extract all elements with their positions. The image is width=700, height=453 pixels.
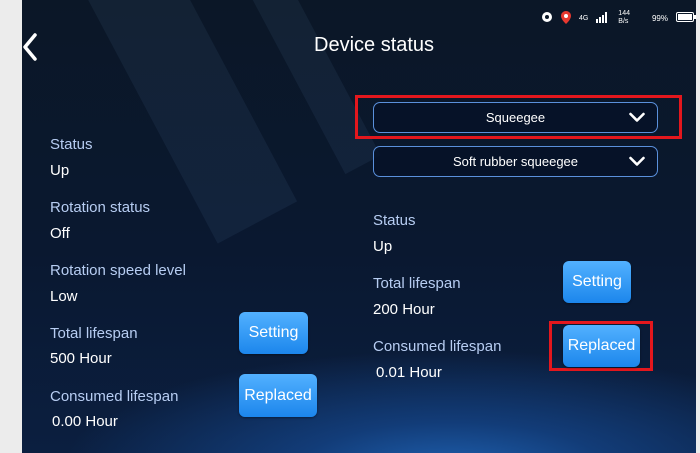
right-setting-button[interactable]: Setting xyxy=(563,261,631,303)
right-consumed-lifespan-label: Consumed lifespan xyxy=(373,338,502,355)
network-speed-unit: B/s xyxy=(618,18,629,25)
rotation-status-label: Rotation status xyxy=(50,199,151,216)
location-pin-icon xyxy=(560,10,571,26)
battery-icon xyxy=(676,12,696,24)
left-replaced-button[interactable]: Replaced xyxy=(239,374,317,417)
media-icon xyxy=(541,11,553,25)
chevron-down-icon xyxy=(629,154,645,169)
device-status-screen: 4G 144 B/s 99% Device status Status Up R… xyxy=(22,0,696,453)
right-total-lifespan-label: Total lifespan xyxy=(373,275,461,292)
right-total-lifespan-value: 200 Hour xyxy=(373,301,435,318)
right-status-label: Status xyxy=(373,212,416,229)
signal-icon xyxy=(596,11,610,25)
rotation-status-value: Off xyxy=(50,225,70,242)
left-setting-button[interactable]: Setting xyxy=(239,312,308,354)
page-title: Device status xyxy=(314,34,435,56)
consumed-lifespan-label: Consumed lifespan xyxy=(50,388,179,405)
rotation-speed-label: Rotation speed level xyxy=(50,262,186,279)
back-button[interactable] xyxy=(22,33,50,67)
network-speed: 144 B/s xyxy=(618,10,630,26)
component-select[interactable]: Squeegee xyxy=(373,102,658,133)
network-type-label: 4G xyxy=(578,14,589,22)
status-value: Up xyxy=(50,162,70,179)
total-lifespan-label: Total lifespan xyxy=(50,325,138,342)
type-select-value: Soft rubber squeegee xyxy=(452,154,579,169)
rotation-speed-value: Low xyxy=(50,288,78,305)
chevron-down-icon xyxy=(629,110,645,125)
network-speed-value: 144 xyxy=(618,10,630,17)
consumed-lifespan-value: 0.00 Hour xyxy=(52,413,118,430)
right-replaced-button[interactable]: Replaced xyxy=(563,325,640,367)
back-icon xyxy=(22,33,38,65)
battery-percent: 99% xyxy=(651,13,668,23)
component-select-value: Squeegee xyxy=(485,110,546,125)
total-lifespan-value: 500 Hour xyxy=(50,350,112,367)
right-status-value: Up xyxy=(373,238,393,255)
type-select[interactable]: Soft rubber squeegee xyxy=(373,146,658,177)
status-label: Status xyxy=(50,136,93,153)
right-consumed-lifespan-value: 0.01 Hour xyxy=(376,364,442,381)
status-bar: 4G 144 B/s 99% xyxy=(541,8,696,28)
